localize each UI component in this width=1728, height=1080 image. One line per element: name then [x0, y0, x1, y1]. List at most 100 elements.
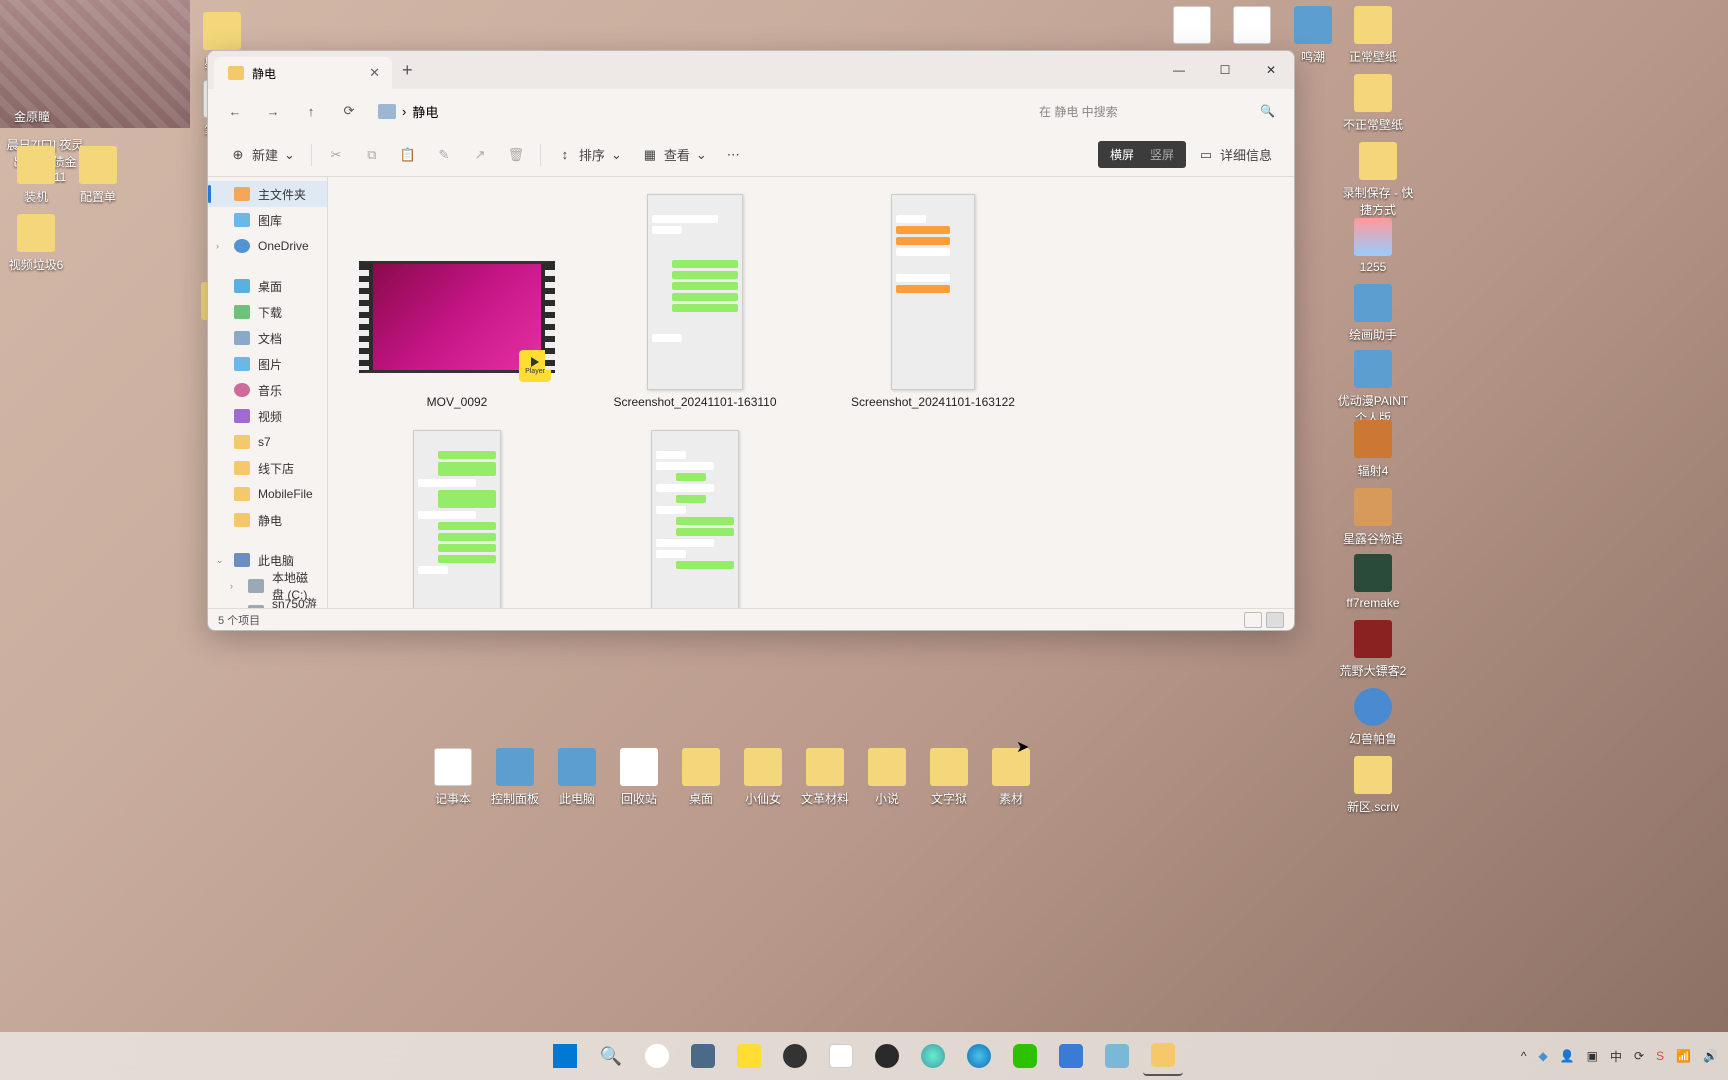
tab-close-button[interactable]: ✕ [369, 65, 380, 81]
search-button[interactable]: 🔍 [591, 1036, 631, 1076]
up-button[interactable]: ↑ [294, 96, 328, 126]
orientation-toggle[interactable]: 横屏竖屏 [1098, 141, 1186, 168]
sidebar-music[interactable]: 音乐 [208, 377, 327, 403]
more-button[interactable]: ⋯ [719, 140, 748, 170]
taskbar-app[interactable] [775, 1036, 815, 1076]
taskbar-app[interactable] [729, 1036, 769, 1076]
tray-chevron-icon[interactable]: ^ [1521, 1049, 1527, 1063]
tray-icon[interactable]: 👤 [1560, 1049, 1575, 1063]
file-item[interactable]: Screenshot_20241101-163146 [348, 423, 566, 608]
desktop-folder[interactable]: 文革材料 [801, 792, 849, 806]
taskbar-app[interactable] [1097, 1036, 1137, 1076]
portrait-option[interactable]: 竖屏 [1142, 144, 1182, 165]
taskbar-app[interactable] [913, 1036, 953, 1076]
sidebar-drive-sn750[interactable]: sn750游戏盘 ( [208, 599, 327, 608]
taskbar-app[interactable] [683, 1036, 723, 1076]
sidebar-documents[interactable]: 文档 [208, 325, 327, 351]
sidebar-videos[interactable]: 视频 [208, 403, 327, 429]
forward-button[interactable]: → [256, 96, 290, 126]
desktop-folder[interactable]: 桌面 [689, 792, 713, 806]
sidebar-jingdian[interactable]: 静电 [208, 507, 327, 533]
chevron-right-icon[interactable]: › [216, 241, 219, 251]
sidebar-downloads[interactable]: 下载 [208, 299, 327, 325]
copy-button[interactable]: ⧉ [356, 140, 388, 170]
list-view-button[interactable] [1244, 612, 1262, 628]
chevron-right-icon[interactable]: › [230, 581, 233, 591]
start-button[interactable] [545, 1036, 585, 1076]
sidebar-home[interactable]: 主文件夹 [208, 181, 327, 207]
tray-icon[interactable]: ◆ [1538, 1049, 1547, 1063]
desktop-folder[interactable]: 正常壁纸 [1349, 50, 1397, 64]
breadcrumb-current[interactable]: 静电 [412, 102, 438, 121]
taskbar-app[interactable] [637, 1036, 677, 1076]
landscape-option[interactable]: 横屏 [1102, 144, 1142, 165]
desktop-app[interactable]: 1255 [1360, 260, 1387, 274]
desktop-recycle-bin[interactable]: 回收站 [621, 792, 657, 806]
view-button[interactable]: ▦ 查看 ⌄ [634, 140, 715, 170]
desktop-app[interactable]: 辐射4 [1358, 464, 1389, 478]
desktop-folder[interactable]: 装机 [24, 190, 48, 204]
tray-volume-icon[interactable]: 🔊 [1703, 1049, 1718, 1063]
taskbar-wechat[interactable] [1005, 1036, 1045, 1076]
desktop-app[interactable]: 幻兽帕鲁 [1349, 732, 1397, 746]
details-button[interactable]: ▭ 详细信息 [1190, 140, 1280, 170]
share-button[interactable]: ↗ [464, 140, 496, 170]
taskbar-explorer[interactable] [1143, 1036, 1183, 1076]
tray-icon[interactable]: S [1656, 1049, 1664, 1063]
tray-ime-icon[interactable]: 中 [1610, 1048, 1622, 1065]
tray-icon[interactable]: ▣ [1587, 1049, 1598, 1063]
desktop-control-panel[interactable]: 控制面板 [491, 792, 539, 806]
sidebar-gallery[interactable]: 图库 [208, 207, 327, 233]
desktop-folder[interactable]: 素材 [999, 792, 1023, 806]
file-item[interactable]: Player MOV_0092 [348, 187, 566, 415]
paste-button[interactable]: 📋 [392, 140, 424, 170]
desktop-notepad[interactable]: 记事本 [435, 792, 471, 806]
tray-wifi-icon[interactable]: 📶 [1676, 1049, 1691, 1063]
taskbar-app[interactable] [1051, 1036, 1091, 1076]
file-item[interactable]: Screenshot_20241101-163414 [586, 423, 804, 608]
window-close-button[interactable]: ✕ [1248, 51, 1294, 89]
desktop-app[interactable]: 星露谷物语 [1343, 532, 1403, 546]
tray-icon[interactable]: ⟳ [1634, 1049, 1644, 1063]
sidebar-desktop[interactable]: 桌面 [208, 273, 327, 299]
desktop-folder[interactable]: 不正常壁纸 [1343, 118, 1403, 132]
sidebar-onedrive[interactable]: ›OneDrive [208, 233, 327, 259]
grid-view-button[interactable] [1266, 612, 1284, 628]
maximize-button[interactable]: ☐ [1202, 51, 1248, 89]
search-input[interactable]: 在 静电 中搜索 🔍 [1028, 95, 1284, 127]
file-item[interactable]: Screenshot_20241101-163122 [824, 187, 1042, 415]
refresh-button[interactable]: ⟳ [332, 96, 366, 126]
new-button[interactable]: ⊕ 新建 ⌄ [222, 140, 303, 170]
address-bar[interactable]: › 静电 [370, 95, 1024, 127]
back-button[interactable]: ← [218, 96, 252, 126]
desktop-folder[interactable]: 新区.scriv [1347, 800, 1399, 814]
delete-button[interactable]: 🗑 [500, 140, 532, 170]
file-content-area[interactable]: Player MOV_0092 [328, 177, 1294, 608]
desktop-this-pc[interactable]: 此电脑 [559, 792, 595, 806]
desktop-app[interactable]: 绘画助手 [1349, 328, 1397, 342]
titlebar[interactable]: 静电 ✕ + — ☐ ✕ [208, 51, 1294, 89]
new-tab-button[interactable]: + [402, 60, 413, 81]
sidebar-s7[interactable]: s7 [208, 429, 327, 455]
chevron-down-icon[interactable]: ⌄ [216, 555, 224, 566]
desktop-folder[interactable]: 视频垃圾6 [9, 258, 64, 272]
taskbar-app[interactable] [821, 1036, 861, 1076]
desktop-folder[interactable]: 配置单 [80, 190, 116, 204]
taskbar-edge[interactable] [959, 1036, 999, 1076]
desktop-app[interactable]: 荒野大镖客2 [1340, 664, 1407, 678]
desktop-app[interactable]: ff7remake [1346, 596, 1399, 610]
desktop-folder[interactable]: 小说 [875, 792, 899, 806]
desktop-folder[interactable]: 小仙女 [745, 792, 781, 806]
sidebar-offline[interactable]: 线下店 [208, 455, 327, 481]
taskbar-app[interactable] [867, 1036, 907, 1076]
cut-button[interactable]: ✂ [320, 140, 352, 170]
rename-button[interactable]: ✎ [428, 140, 460, 170]
tab-active[interactable]: 静电 ✕ [214, 57, 392, 89]
file-item[interactable]: Screenshot_20241101-163110 [586, 187, 804, 415]
desktop-shortcut[interactable]: 录制保存 - 快捷方式 [1343, 186, 1414, 217]
sidebar-pictures[interactable]: 图片 [208, 351, 327, 377]
minimize-button[interactable]: — [1156, 51, 1202, 89]
sort-button[interactable]: ↕ 排序 ⌄ [549, 140, 630, 170]
desktop-app[interactable]: 鸣潮 [1301, 50, 1325, 64]
desktop-folder[interactable]: 文字狱 [931, 792, 967, 806]
